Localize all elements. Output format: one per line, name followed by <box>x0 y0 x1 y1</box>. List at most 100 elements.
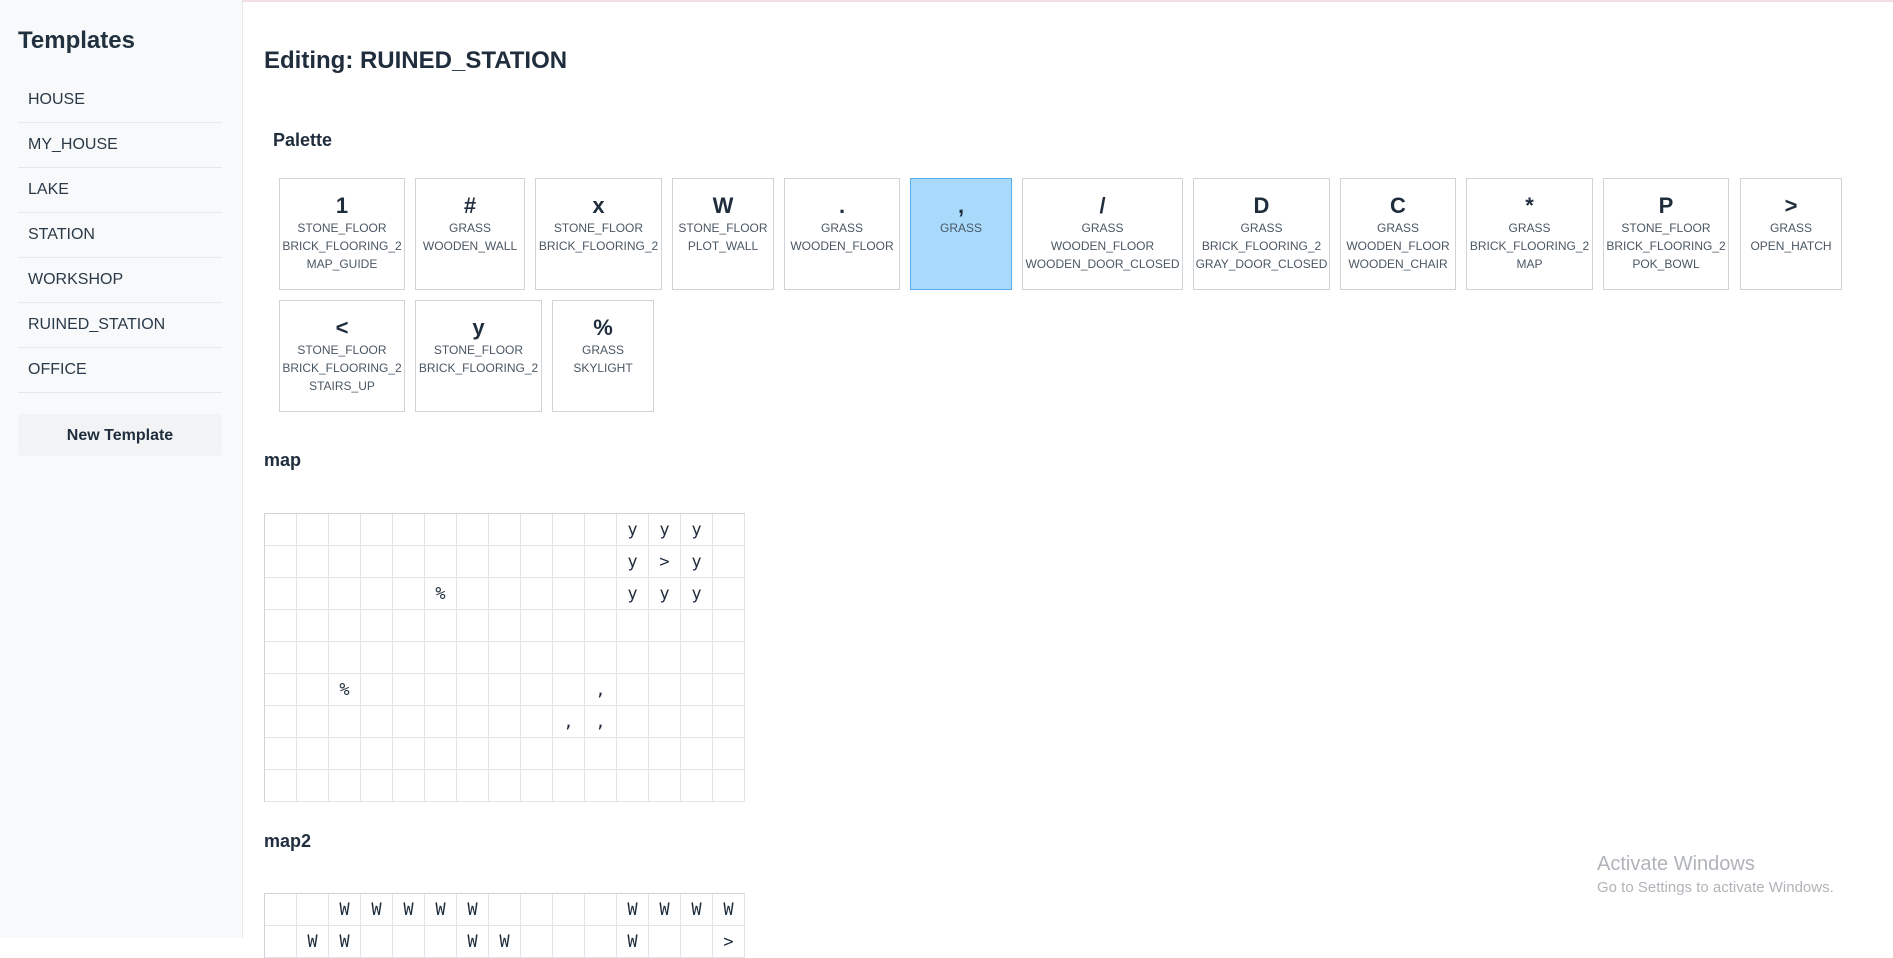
map-cell[interactable] <box>521 610 553 642</box>
map-cell[interactable] <box>393 642 425 674</box>
map-cell[interactable] <box>521 674 553 706</box>
map2-cell[interactable]: W <box>361 894 393 926</box>
map2-cell[interactable]: W <box>329 894 361 926</box>
map-cell[interactable] <box>425 546 457 578</box>
map2-cell[interactable]: W <box>617 894 649 926</box>
map-cell[interactable] <box>329 610 361 642</box>
map-cell[interactable] <box>521 514 553 546</box>
map-cell[interactable] <box>457 546 489 578</box>
map-cell[interactable] <box>425 514 457 546</box>
palette-tile[interactable]: # GRASS WOODEN_WALL <box>415 178 525 290</box>
map2-cell[interactable]: W <box>489 926 521 958</box>
map2-cell[interactable] <box>553 926 585 958</box>
map-cell[interactable] <box>489 770 521 802</box>
map-cell[interactable] <box>585 610 617 642</box>
map-cell[interactable] <box>265 578 297 610</box>
map-cell[interactable] <box>585 546 617 578</box>
map2-cell[interactable]: W <box>649 894 681 926</box>
map-cell[interactable] <box>265 706 297 738</box>
template-item-office[interactable]: OFFICE <box>18 348 222 393</box>
map-cell[interactable] <box>297 546 329 578</box>
map-cell[interactable] <box>361 674 393 706</box>
map-cell[interactable] <box>489 546 521 578</box>
map-cell[interactable] <box>329 578 361 610</box>
map2-cell[interactable]: W <box>329 926 361 958</box>
map-cell[interactable] <box>617 610 649 642</box>
map-cell[interactable] <box>713 738 745 770</box>
map-cell[interactable] <box>329 706 361 738</box>
map-cell[interactable] <box>553 546 585 578</box>
map-cell[interactable] <box>649 738 681 770</box>
map-cell[interactable] <box>361 642 393 674</box>
template-item-lake[interactable]: LAKE <box>18 168 222 213</box>
map-cell[interactable] <box>393 546 425 578</box>
map2-cell[interactable] <box>585 926 617 958</box>
map-cell[interactable] <box>489 610 521 642</box>
map-cell[interactable] <box>521 578 553 610</box>
palette-tile[interactable]: * GRASS BRICK_FLOORING_2 MAP <box>1466 178 1593 290</box>
map-cell[interactable] <box>265 610 297 642</box>
map-cell[interactable] <box>297 738 329 770</box>
map-cell[interactable]: y <box>617 578 649 610</box>
map-cell[interactable] <box>361 610 393 642</box>
map-cell[interactable] <box>585 738 617 770</box>
map-cell[interactable] <box>425 610 457 642</box>
palette-tile[interactable]: . GRASS WOODEN_FLOOR <box>784 178 900 290</box>
map-cell[interactable] <box>361 514 393 546</box>
map-cell[interactable] <box>617 706 649 738</box>
map2-cell[interactable]: W <box>681 894 713 926</box>
map-cell[interactable] <box>553 738 585 770</box>
map-cell[interactable]: y <box>681 546 713 578</box>
map-cell[interactable] <box>425 674 457 706</box>
map-cell[interactable] <box>617 770 649 802</box>
map-cell[interactable] <box>361 578 393 610</box>
map-cell[interactable] <box>457 770 489 802</box>
map-cell[interactable] <box>393 610 425 642</box>
map-cell[interactable] <box>457 514 489 546</box>
map-cell[interactable]: % <box>425 578 457 610</box>
map-cell[interactable] <box>713 578 745 610</box>
map-cell[interactable] <box>649 674 681 706</box>
template-item-my-house[interactable]: MY_HOUSE <box>18 123 222 168</box>
map-cell[interactable] <box>617 642 649 674</box>
map-cell[interactable] <box>649 642 681 674</box>
map-cell[interactable] <box>521 546 553 578</box>
map-cell[interactable] <box>329 642 361 674</box>
map2-cell[interactable]: W <box>457 926 489 958</box>
map-cell[interactable] <box>425 770 457 802</box>
palette-tile[interactable]: W STONE_FLOOR PLOT_WALL <box>672 178 774 290</box>
map-cell[interactable] <box>649 706 681 738</box>
map-cell[interactable] <box>329 738 361 770</box>
map-cell[interactable] <box>457 578 489 610</box>
palette-tile[interactable]: P STONE_FLOOR BRICK_FLOORING_2 POK_BOWL <box>1603 178 1729 290</box>
map-cell[interactable] <box>457 674 489 706</box>
map-cell[interactable] <box>713 610 745 642</box>
map-cell[interactable] <box>457 642 489 674</box>
map2-cell[interactable]: > <box>713 926 745 958</box>
palette-tile[interactable]: > GRASS OPEN_HATCH <box>1740 178 1842 290</box>
map-cell[interactable] <box>393 674 425 706</box>
map-cell[interactable]: y <box>617 514 649 546</box>
map2-cell[interactable] <box>265 926 297 958</box>
map-cell[interactable]: y <box>649 514 681 546</box>
map-cell[interactable] <box>681 642 713 674</box>
new-template-button[interactable]: New Template <box>18 414 222 456</box>
map-cell[interactable] <box>361 770 393 802</box>
map-cell[interactable] <box>457 610 489 642</box>
map-cell[interactable] <box>457 706 489 738</box>
map-cell[interactable] <box>297 674 329 706</box>
map-cell[interactable] <box>457 738 489 770</box>
map2-cell[interactable] <box>521 926 553 958</box>
palette-tile[interactable]: C GRASS WOODEN_FLOOR WOODEN_CHAIR <box>1340 178 1456 290</box>
palette-tile[interactable]: % GRASS SKYLIGHT <box>552 300 654 412</box>
map-cell[interactable] <box>393 706 425 738</box>
map-cell[interactable]: > <box>649 546 681 578</box>
map-cell[interactable] <box>713 642 745 674</box>
map-cell[interactable] <box>329 514 361 546</box>
map-cell[interactable] <box>393 578 425 610</box>
map-cell[interactable] <box>521 770 553 802</box>
map-cell[interactable] <box>713 770 745 802</box>
map2-cell[interactable] <box>361 926 393 958</box>
map2-cell[interactable]: W <box>297 926 329 958</box>
map-cell[interactable] <box>265 674 297 706</box>
